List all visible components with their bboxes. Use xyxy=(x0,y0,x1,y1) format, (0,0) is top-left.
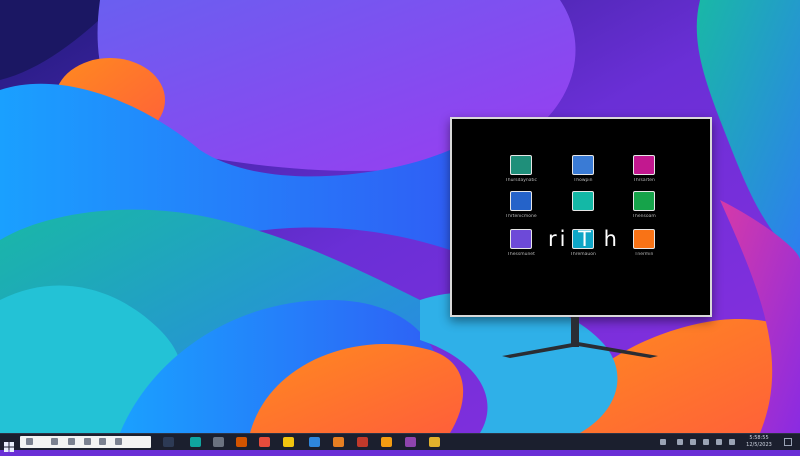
windows-start-icon[interactable] xyxy=(4,437,14,452)
photos-icon[interactable] xyxy=(333,437,344,447)
search-icon xyxy=(26,438,33,445)
desktop-icon-label: Thrsarten xyxy=(633,178,655,183)
desktop-icon-label: Thrtenicmone xyxy=(505,214,537,219)
pink-app-icon[interactable] xyxy=(633,155,655,175)
monitor-screen: Thursdaynatic Thowpin Thrsarten Thrtenicmon… xyxy=(450,117,712,317)
blue-doc-icon[interactable] xyxy=(510,191,532,211)
desktop-icon-label: Thursdaynatic xyxy=(504,178,538,183)
camera-icon xyxy=(84,438,91,445)
language-icon[interactable] xyxy=(716,439,722,445)
desktop-icon-label: Tnermin xyxy=(634,252,654,257)
network-icon[interactable] xyxy=(677,439,683,445)
chevron-up-icon[interactable] xyxy=(660,439,666,445)
desktop-icon-label: Thessmunet xyxy=(507,252,535,257)
monitor-stand-base xyxy=(502,342,658,358)
widget-icon xyxy=(51,438,58,445)
notes-icon[interactable] xyxy=(429,437,440,447)
folder-icon xyxy=(115,438,122,445)
onedrive-icon[interactable] xyxy=(729,439,735,445)
mascot-app-icon[interactable] xyxy=(572,191,594,211)
green-app-icon[interactable] xyxy=(633,191,655,211)
overlay-text: ri T h xyxy=(548,227,620,251)
clock-date[interactable]: 12/5/2023 xyxy=(742,442,776,448)
mail-icon[interactable] xyxy=(236,437,247,447)
shield-icon xyxy=(99,438,106,445)
desktop-icon-label: Thensoam xyxy=(632,214,656,219)
word-icon[interactable] xyxy=(309,437,320,447)
taskbar-search-box[interactable] xyxy=(20,436,151,448)
image-app-icon[interactable] xyxy=(572,155,594,175)
photo-app-icon[interactable] xyxy=(633,229,655,249)
desktop-icon-label: Thremauon xyxy=(570,252,596,257)
edge-icon[interactable] xyxy=(190,437,201,447)
volume-icon[interactable] xyxy=(690,439,696,445)
task-view-icon[interactable] xyxy=(163,437,174,447)
game-icon[interactable] xyxy=(381,437,392,447)
purple-app-icon[interactable] xyxy=(510,229,532,249)
media-icon[interactable] xyxy=(357,437,368,447)
clock-time[interactable]: 5:58:55 xyxy=(742,435,776,441)
notification-icon[interactable] xyxy=(784,438,792,446)
monitor-app-icon[interactable] xyxy=(510,155,532,175)
chat-icon xyxy=(68,438,75,445)
files-icon[interactable] xyxy=(283,437,294,447)
terminal-icon[interactable] xyxy=(405,437,416,447)
taskbar: 5:58:55 12/5/2023 xyxy=(0,433,800,452)
store-icon[interactable] xyxy=(259,437,270,447)
desktop-icon-label: Thowpin xyxy=(573,178,593,183)
settings-icon[interactable] xyxy=(213,437,224,447)
battery-icon[interactable] xyxy=(703,439,709,445)
